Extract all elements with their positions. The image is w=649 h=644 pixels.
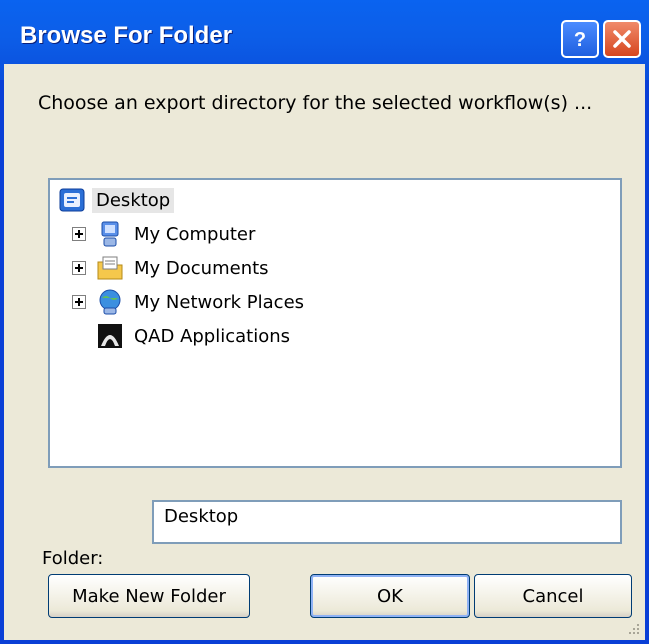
expand-icon[interactable] <box>72 295 86 309</box>
browse-folder-dialog: Browse For Folder ? Choose an export dir… <box>0 0 649 644</box>
ok-button[interactable]: OK <box>310 574 470 618</box>
help-button[interactable]: ? <box>561 20 599 58</box>
close-button[interactable] <box>603 20 641 58</box>
expand-icon[interactable] <box>72 227 86 241</box>
tree-item-my-documents[interactable]: My Documents <box>72 252 273 284</box>
tree-item-label: My Computer <box>134 223 256 245</box>
help-icon: ? <box>574 29 586 51</box>
tree-item-desktop[interactable]: Desktop <box>58 184 175 216</box>
resize-grip-icon[interactable] <box>625 620 641 636</box>
tree-item-qad-applications[interactable]: QAD Applications <box>96 320 294 352</box>
computer-icon <box>101 221 119 247</box>
network-icon <box>99 289 121 315</box>
tree-item-label: My Documents <box>134 257 269 279</box>
dialog-body: Choose an export directory for the selec… <box>4 64 645 640</box>
folder-tree[interactable]: Desktop My Computer My Documents My Netw… <box>48 178 622 468</box>
expand-icon[interactable] <box>72 261 86 275</box>
tree-item-label: My Network Places <box>134 291 305 313</box>
desktop-icon <box>59 188 85 212</box>
tree-item-label: QAD Applications <box>134 325 291 347</box>
folder-input[interactable]: Desktop <box>152 500 622 544</box>
tree-item-my-network-places[interactable]: My Network Places <box>72 286 308 318</box>
documents-icon <box>97 256 123 280</box>
close-icon <box>613 30 631 48</box>
tree-item-my-computer[interactable]: My Computer <box>72 218 259 250</box>
cancel-button[interactable]: Cancel <box>474 574 632 618</box>
qad-app-icon <box>98 324 122 348</box>
dialog-prompt: Choose an export directory for the selec… <box>38 92 593 114</box>
tree-item-label: Desktop <box>92 187 175 213</box>
svg-text:?: ? <box>574 29 586 51</box>
make-new-folder-button[interactable]: Make New Folder <box>48 574 250 618</box>
window-title: Browse For Folder <box>20 22 233 49</box>
folder-label: Folder: <box>42 548 104 569</box>
